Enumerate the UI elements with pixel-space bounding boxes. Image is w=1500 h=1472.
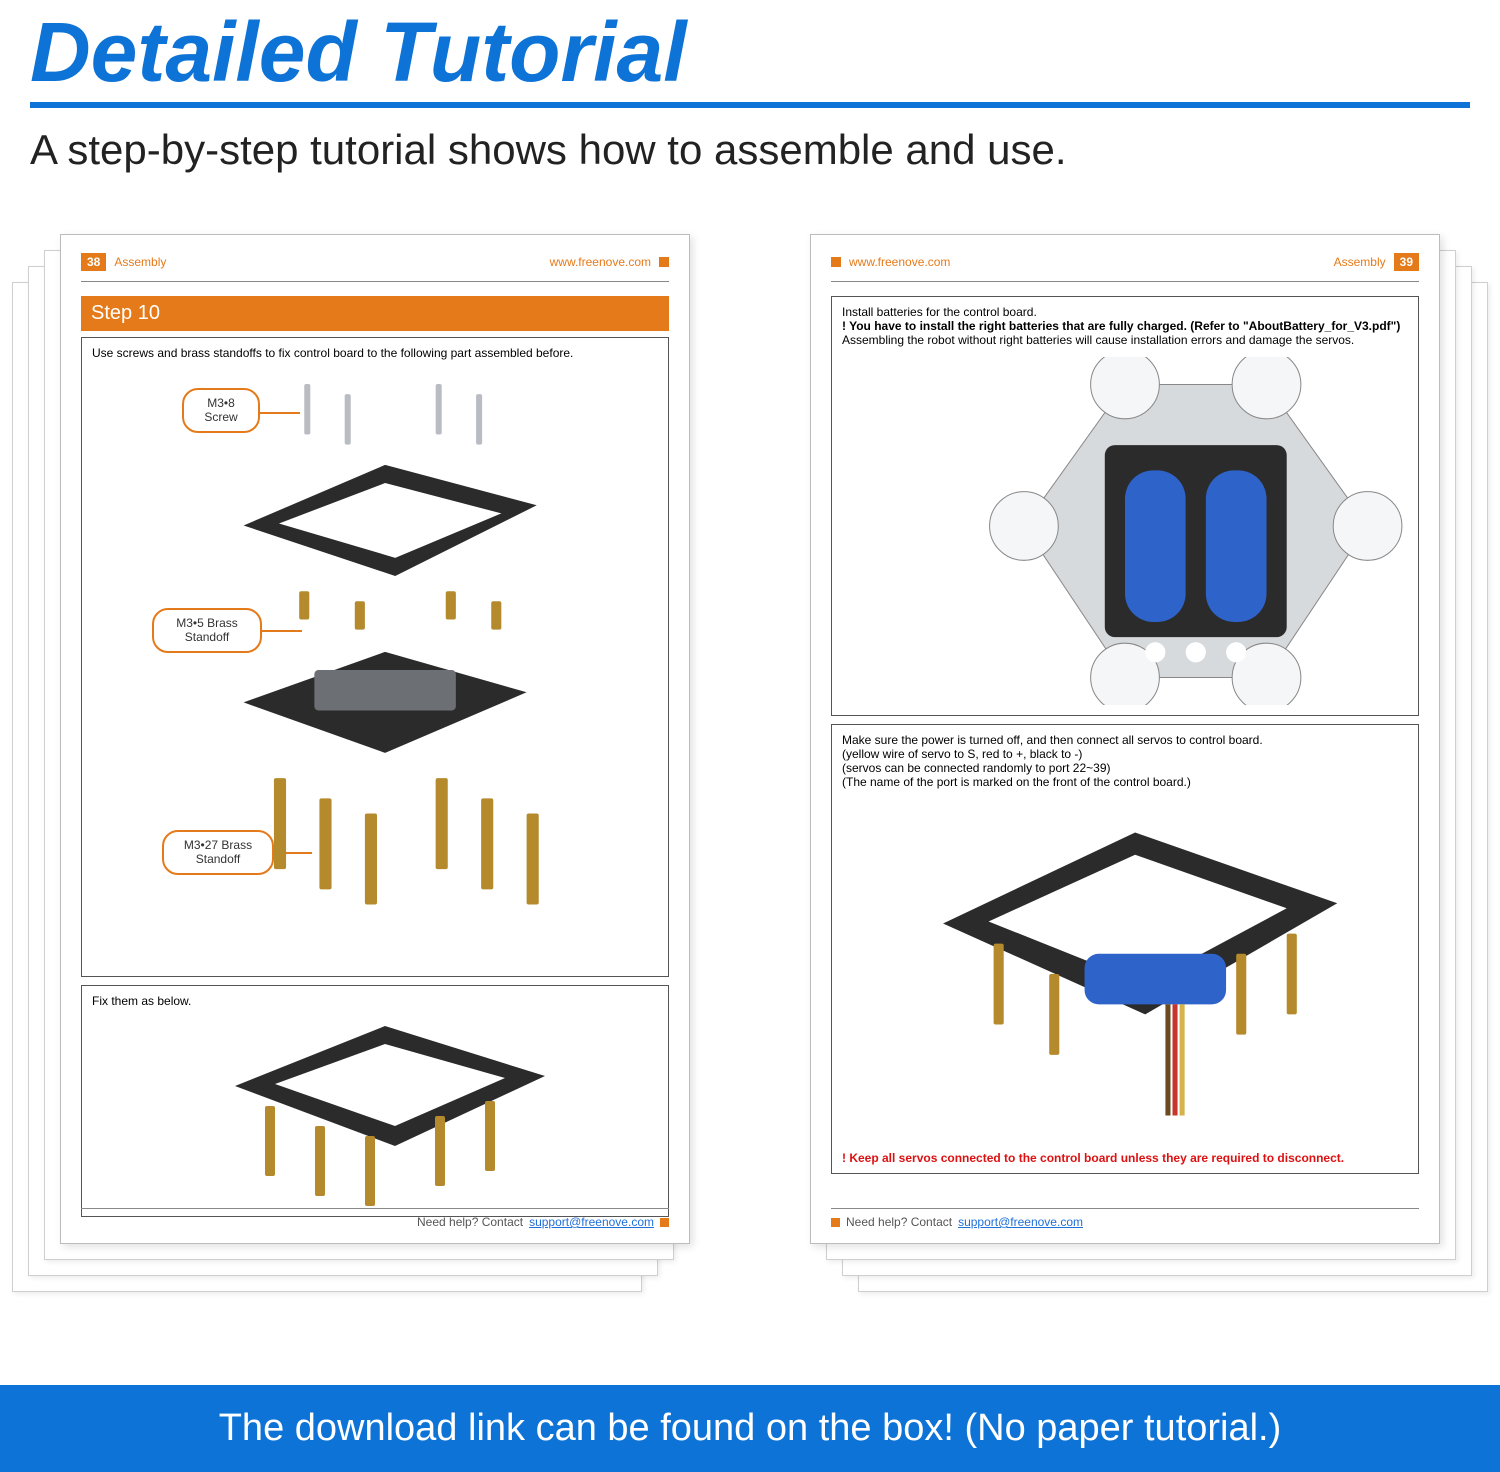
servo-board-illustration: [842, 805, 1408, 1143]
orange-square-icon: [659, 257, 669, 267]
battery-line-3: Assembling the robot without right batte…: [842, 333, 1408, 347]
title-rule: [30, 102, 1470, 108]
tutorial-page-right: www.freenove.com Assembly 39 Install bat…: [810, 234, 1440, 1244]
page-number: 39: [1394, 253, 1419, 271]
orange-square-icon: [831, 1218, 840, 1227]
page-title: Detailed Tutorial: [30, 10, 1470, 94]
servo-line-c: (servos can be connected randomly to por…: [842, 761, 1408, 775]
assembled-frame-illustration: [92, 1016, 658, 1206]
page-header-row: 38 Assembly www.freenove.com: [81, 253, 669, 271]
page-website: www.freenove.com: [550, 255, 651, 269]
support-email-link[interactable]: support@freenove.com: [958, 1215, 1083, 1229]
battery-board-illustration: [842, 357, 1408, 705]
page-number: 38: [81, 253, 106, 271]
tutorial-page-left: 38 Assembly www.freenove.com Step 10 Use…: [60, 234, 690, 1244]
servo-line-a: Make sure the power is turned off, and t…: [842, 733, 1408, 747]
servo-line-d: (The name of the port is marked on the f…: [842, 775, 1408, 789]
orange-square-icon: [660, 1218, 669, 1227]
panel-intro: Use screws and brass standoffs to fix co…: [92, 346, 573, 360]
pages-stage: 38 Assembly www.freenove.com Step 10 Use…: [0, 234, 1500, 1334]
battery-line-2: ! You have to install the right batterie…: [842, 319, 1408, 333]
page-section: Assembly: [114, 255, 166, 269]
assembled-result-panel: Fix them as below.: [81, 985, 669, 1217]
servo-connect-panel: Make sure the power is turned off, and t…: [831, 724, 1419, 1174]
orange-square-icon: [831, 257, 841, 267]
servo-warning: ! Keep all servos connected to the contr…: [842, 1151, 1408, 1165]
footer-need-help: Need help? Contact: [417, 1215, 523, 1229]
battery-line-1: Install batteries for the control board.: [842, 305, 1408, 319]
exploded-view-illustration: [92, 368, 658, 966]
footer-need-help: Need help? Contact: [846, 1215, 952, 1229]
page-website: www.freenove.com: [849, 255, 950, 269]
servo-line-b: (yellow wire of servo to S, red to +, bl…: [842, 747, 1408, 761]
panel-fix-text: Fix them as below.: [92, 994, 191, 1008]
page-footer: Need help? Contact support@freenove.com: [81, 1208, 669, 1229]
page-section: Assembly: [1334, 255, 1386, 269]
page-footer: Need help? Contact support@freenove.com: [831, 1208, 1419, 1229]
battery-install-panel: Install batteries for the control board.…: [831, 296, 1419, 716]
assembly-diagram-panel: Use screws and brass standoffs to fix co…: [81, 337, 669, 977]
download-banner: The download link can be found on the bo…: [0, 1385, 1500, 1472]
page-subtitle: A step-by-step tutorial shows how to ass…: [30, 126, 1470, 174]
support-email-link[interactable]: support@freenove.com: [529, 1215, 654, 1229]
page-header-row: www.freenove.com Assembly 39: [831, 253, 1419, 271]
step-heading: Step 10: [81, 296, 669, 331]
